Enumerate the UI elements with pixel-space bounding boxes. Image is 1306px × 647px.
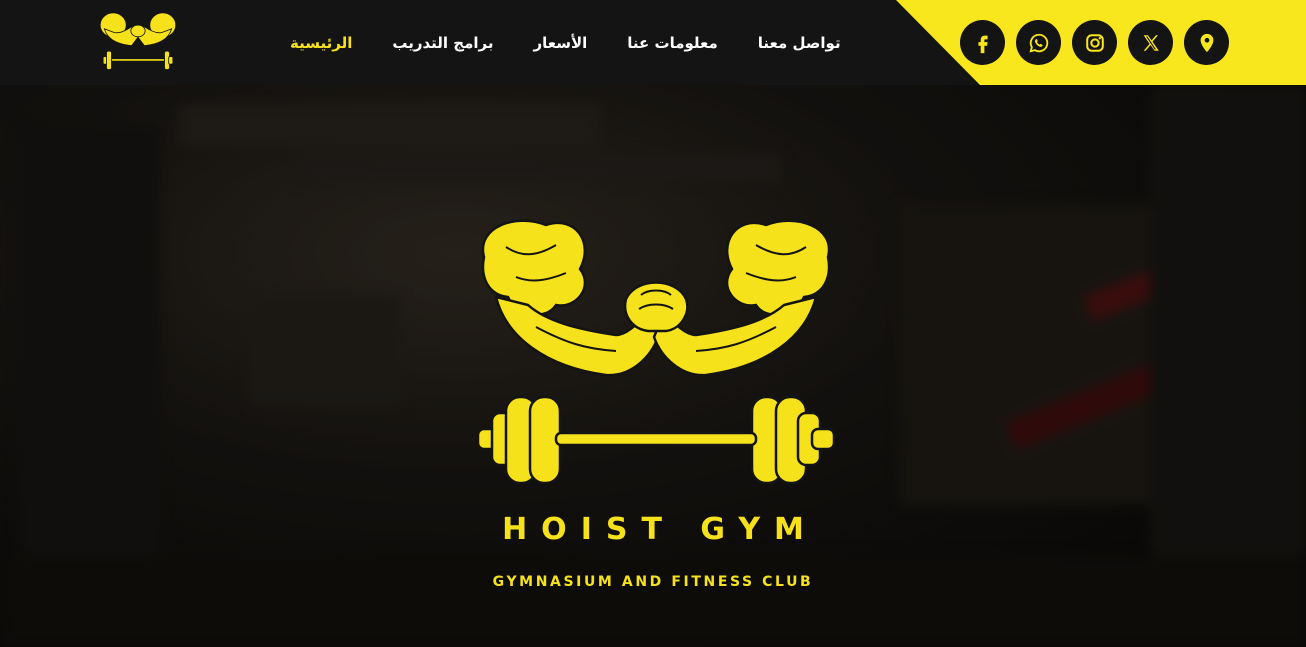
hero-logo-icon — [476, 219, 836, 485]
nav-link-about-us[interactable]: معلومات عنا — [627, 34, 718, 52]
whatsapp-icon[interactable] — [1016, 20, 1061, 65]
nav-link-home[interactable]: الرئيسية — [290, 34, 352, 52]
nav-link-training-programs[interactable]: برامج التدريب — [392, 34, 493, 52]
top-navbar: الرئيسية برامج التدريب الأسعار معلومات ع… — [0, 0, 1306, 85]
main-nav-menu: الرئيسية برامج التدريب الأسعار معلومات ع… — [290, 0, 870, 85]
x-icon[interactable] — [1128, 20, 1173, 65]
facebook-icon[interactable] — [960, 20, 1005, 65]
location-pin-icon[interactable] — [1184, 20, 1229, 65]
hero-subtitle: GYMNASIUM AND FITNESS CLUB — [492, 574, 814, 590]
nav-link-prices[interactable]: الأسعار — [533, 34, 587, 52]
gym-logo-icon[interactable] — [100, 12, 176, 70]
hero-section: HOIST GYM GYMNASIUM AND FITNESS CLUB — [0, 85, 1306, 647]
social-icons-group — [960, 20, 1229, 65]
instagram-icon[interactable] — [1072, 20, 1117, 65]
nav-link-contact-us[interactable]: تواصل معنا — [758, 34, 841, 52]
hero-title: HOIST GYM — [502, 512, 818, 547]
